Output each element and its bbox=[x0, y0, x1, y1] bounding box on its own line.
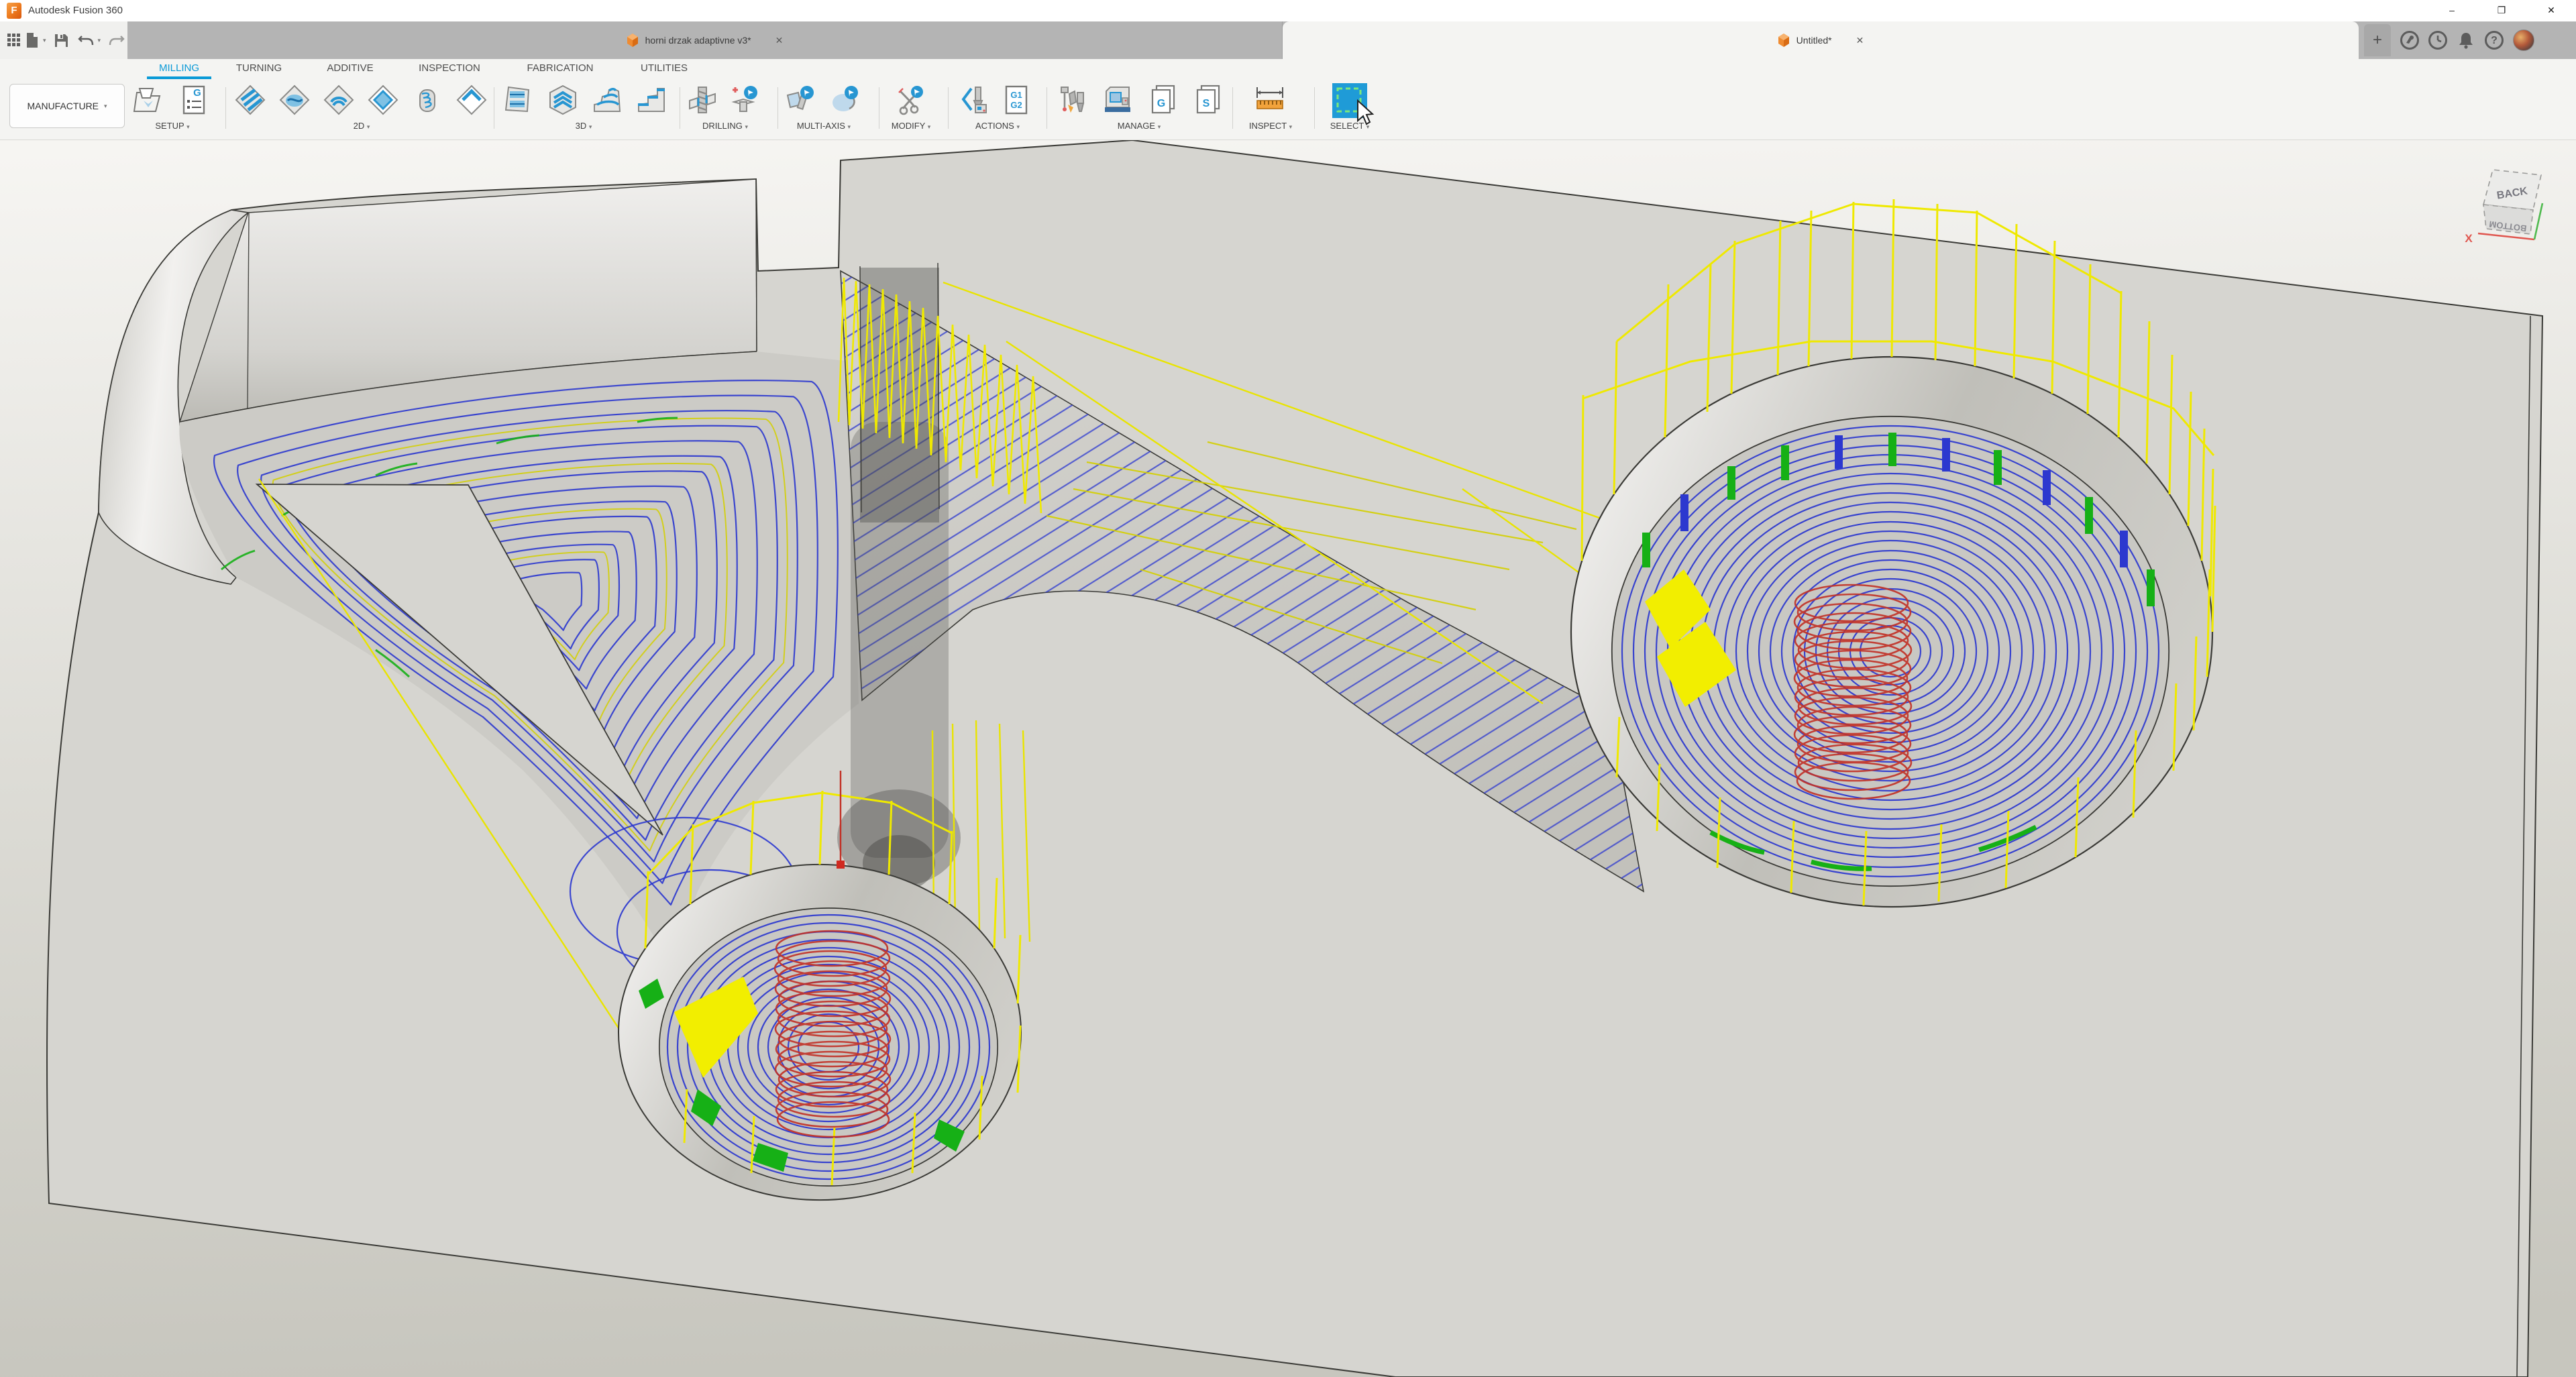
tab-utilities[interactable]: UTILITIES bbox=[624, 59, 704, 79]
group-manage-label[interactable]: MANAGE ▾ bbox=[1053, 121, 1225, 131]
tab-additive[interactable]: ADDITIVE bbox=[310, 59, 390, 79]
group-inspect-label[interactable]: INSPECT ▾ bbox=[1242, 121, 1299, 131]
pocket-clearing-icon[interactable] bbox=[547, 85, 578, 115]
2d-adaptive-icon[interactable] bbox=[279, 85, 310, 115]
ribbon-toolbar: MANUFACTURE▾ G SETUP ▾ bbox=[0, 79, 2576, 140]
group-setup: G SETUP ▾ bbox=[129, 79, 216, 140]
group-modify-label[interactable]: MODIFY ▾ bbox=[887, 121, 935, 131]
document-tab-label: Untitled* bbox=[1796, 35, 1832, 46]
measure-icon[interactable] bbox=[1254, 85, 1285, 115]
redo-icon[interactable] bbox=[109, 34, 125, 47]
viewport-canvas[interactable]: BACK BOTTOM X bbox=[0, 140, 2576, 1377]
group-setup-label[interactable]: SETUP ▾ bbox=[129, 121, 216, 131]
window-title: Autodesk Fusion 360 bbox=[28, 0, 123, 21]
undo-caret[interactable]: ▾ bbox=[98, 37, 101, 44]
2d-contour-icon[interactable] bbox=[368, 85, 398, 115]
group-2d-label[interactable]: 2D ▾ bbox=[231, 121, 492, 131]
fusion-logo-icon: F bbox=[7, 3, 21, 19]
svg-text:G2: G2 bbox=[1010, 100, 1022, 110]
document-tab-strip: horni drzak adaptivne v3* ✕ Untitled* ✕ … bbox=[127, 21, 2576, 59]
post-process-icon[interactable]: G1G2 bbox=[1001, 85, 1032, 115]
ribbon-tab-bar: MILLING TURNING ADDITIVE INSPECTION FABR… bbox=[0, 59, 2576, 79]
setup-sheet-icon[interactable]: G bbox=[178, 85, 209, 115]
tab-turning[interactable]: TURNING bbox=[219, 59, 299, 79]
save-icon[interactable] bbox=[54, 34, 68, 48]
steep-and-shallow-icon[interactable] bbox=[592, 85, 623, 115]
fusion-window: F Autodesk Fusion 360 – ❐ ✕ ▾ ▾ bbox=[0, 0, 2576, 1377]
document-tab-1[interactable]: horni drzak adaptivne v3* ✕ bbox=[127, 21, 1283, 59]
mouse-cursor bbox=[1355, 99, 1375, 126]
simulate-icon[interactable] bbox=[959, 85, 990, 115]
document-icon bbox=[627, 34, 639, 47]
face-icon[interactable] bbox=[235, 85, 266, 115]
machine-library-icon[interactable] bbox=[1102, 85, 1133, 115]
x-axis-label: X bbox=[2465, 232, 2473, 245]
svg-text:G: G bbox=[193, 87, 201, 99]
workspace-caret: ▾ bbox=[104, 103, 107, 110]
tab-milling[interactable]: MILLING bbox=[139, 59, 219, 79]
new-setup-icon[interactable] bbox=[133, 85, 164, 115]
document-tab-label: horni drzak adaptivne v3* bbox=[645, 35, 751, 46]
svg-text:G1: G1 bbox=[1010, 90, 1022, 100]
cam-toolpath-scene: BACK BOTTOM X bbox=[0, 140, 2576, 1377]
new-tab-button[interactable]: + bbox=[2364, 24, 2391, 56]
trim-toolpath-icon[interactable] bbox=[895, 85, 926, 115]
workspace-switcher[interactable]: MANUFACTURE▾ bbox=[9, 84, 125, 128]
drill-icon[interactable] bbox=[687, 85, 718, 115]
templates-icon[interactable]: S bbox=[1192, 85, 1223, 115]
group-inspect: INSPECT ▾ bbox=[1242, 79, 1299, 140]
title-bar: F Autodesk Fusion 360 – ❐ ✕ bbox=[0, 0, 2576, 21]
minimize-button[interactable]: – bbox=[2427, 0, 2477, 21]
adaptive-clearing-icon[interactable] bbox=[502, 85, 533, 115]
app-grid-icon[interactable] bbox=[7, 33, 21, 48]
help-icon[interactable]: ? bbox=[2485, 31, 2504, 50]
2d-pocket-icon[interactable] bbox=[323, 85, 354, 115]
group-multiaxis-label[interactable]: MULTI-AXIS ▾ bbox=[784, 121, 864, 131]
swarf-icon[interactable] bbox=[785, 85, 816, 115]
group-3d-label[interactable]: 3D ▾ bbox=[499, 121, 668, 131]
group-2d: 2D ▾ bbox=[231, 79, 492, 140]
group-3d: 3D ▾ bbox=[499, 79, 668, 140]
tab-inspection[interactable]: INSPECTION bbox=[409, 59, 490, 79]
svg-text:S: S bbox=[1203, 98, 1210, 109]
flat-icon[interactable] bbox=[636, 85, 667, 115]
tab-close-icon[interactable]: ✕ bbox=[1856, 35, 1864, 46]
engrave-icon[interactable] bbox=[456, 85, 487, 115]
hole-recognition-icon[interactable] bbox=[729, 85, 759, 115]
group-multiaxis: MULTI-AXIS ▾ bbox=[784, 79, 864, 140]
extensions-icon[interactable] bbox=[2400, 31, 2419, 50]
document-tab-2[interactable]: Untitled* ✕ bbox=[1283, 21, 2359, 59]
application-bar: ▾ ▾ ▾ horni drzak adaptivne v3* ✕ Untitl… bbox=[0, 21, 2576, 59]
file-menu-icon[interactable] bbox=[25, 32, 39, 48]
group-manage: G S MANAGE ▾ bbox=[1053, 79, 1225, 140]
group-actions-label[interactable]: ACTIONS ▾ bbox=[958, 121, 1037, 131]
tab-close-icon[interactable]: ✕ bbox=[775, 35, 784, 46]
group-actions: G1G2 ACTIONS ▾ bbox=[958, 79, 1037, 140]
close-button[interactable]: ✕ bbox=[2526, 0, 2576, 21]
document-icon bbox=[1778, 34, 1790, 47]
restore-button[interactable]: ❐ bbox=[2477, 0, 2526, 21]
tool-tip-mark bbox=[837, 861, 845, 869]
svg-text:G: G bbox=[1157, 98, 1165, 109]
job-status-icon[interactable] bbox=[2428, 31, 2447, 50]
group-drilling-label[interactable]: DRILLING ▾ bbox=[686, 121, 765, 131]
group-drilling: DRILLING ▾ bbox=[686, 79, 765, 140]
tool-library-icon[interactable] bbox=[1057, 85, 1088, 115]
nc-programs-icon[interactable]: G bbox=[1147, 85, 1178, 115]
quick-access-toolbar: ▾ ▾ ▾ bbox=[0, 21, 127, 59]
tab-fabrication[interactable]: FABRICATION bbox=[520, 59, 600, 79]
file-menu-caret[interactable]: ▾ bbox=[43, 37, 46, 44]
rotary-icon[interactable] bbox=[829, 85, 860, 115]
group-modify: MODIFY ▾ bbox=[887, 79, 935, 140]
bore-icon[interactable] bbox=[412, 85, 443, 115]
account-avatar[interactable] bbox=[2513, 30, 2534, 51]
undo-icon[interactable] bbox=[78, 34, 94, 47]
notifications-icon[interactable] bbox=[2457, 31, 2475, 50]
